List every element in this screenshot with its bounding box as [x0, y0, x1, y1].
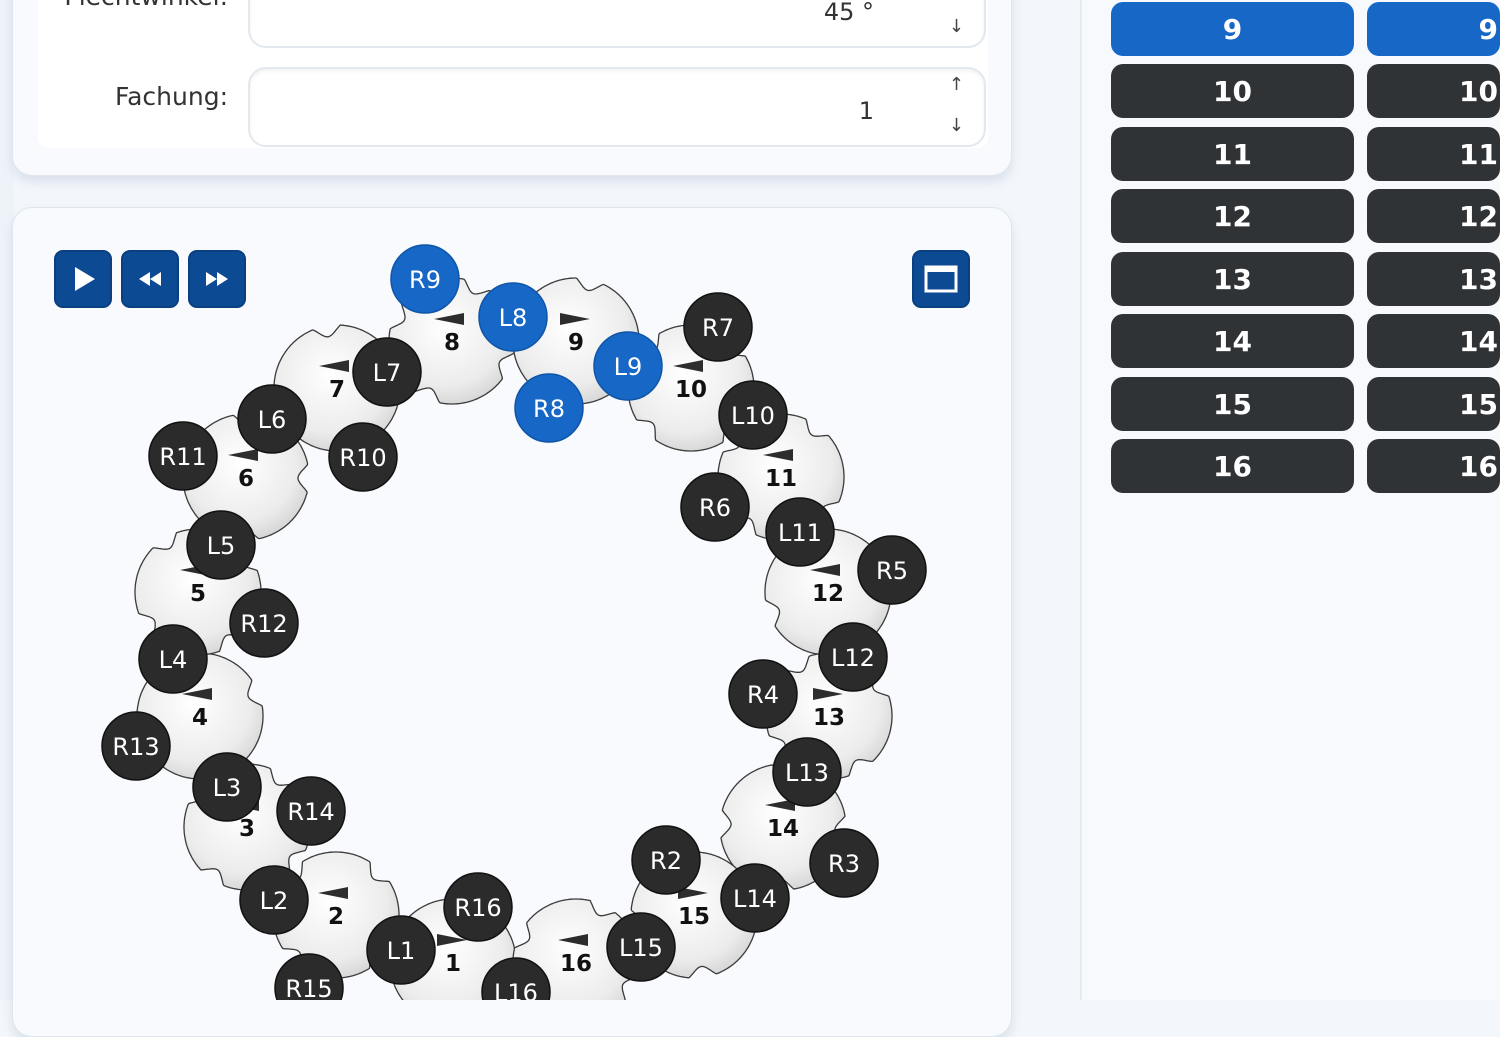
- carrier-number: 15: [678, 904, 710, 930]
- selector-col1-10[interactable]: 10: [1111, 64, 1354, 118]
- node-label: R14: [287, 798, 334, 826]
- carrier-number: 6: [238, 466, 254, 492]
- node-label: L15: [619, 934, 663, 962]
- carrier-number: 14: [767, 816, 799, 842]
- node-label: L3: [213, 774, 242, 802]
- node-label: R16: [454, 894, 501, 922]
- node-label: R3: [828, 850, 860, 878]
- selector-col2-16[interactable]: 16: [1367, 439, 1500, 493]
- node-label: L2: [260, 887, 289, 915]
- carrier-number: 9: [568, 330, 584, 356]
- carrier-number: 8: [444, 330, 460, 356]
- node-l11[interactable]: L11: [765, 497, 835, 567]
- node-label: L9: [614, 353, 643, 381]
- node-label: R15: [285, 975, 332, 1000]
- carrier-number: 11: [765, 466, 797, 492]
- node-label: L13: [785, 759, 829, 787]
- carrier-number: 12: [812, 581, 844, 607]
- node-label: R9: [409, 266, 441, 294]
- carrier-number: 5: [190, 581, 206, 607]
- carrier-number: 16: [560, 951, 592, 977]
- node-r9[interactable]: R9: [390, 244, 460, 314]
- node-l9[interactable]: L9: [593, 331, 663, 401]
- node-label: R7: [702, 314, 734, 342]
- selector-col2-10[interactable]: 10: [1367, 64, 1500, 118]
- node-r16[interactable]: R16: [443, 872, 513, 942]
- selector-col2-14[interactable]: 14: [1367, 314, 1500, 368]
- node-label: R2: [650, 847, 682, 875]
- node-label: L6: [258, 406, 287, 434]
- node-l15[interactable]: L15: [606, 912, 676, 982]
- node-label: R4: [747, 681, 779, 709]
- node-label: R10: [339, 444, 386, 472]
- carrier-number: 3: [239, 816, 255, 842]
- node-l6[interactable]: L6: [237, 384, 307, 454]
- node-l1[interactable]: L1: [366, 915, 436, 985]
- node-r13[interactable]: R13: [101, 711, 171, 781]
- node-label: L14: [733, 885, 777, 913]
- selector-col1-16[interactable]: 16: [1111, 439, 1354, 493]
- selector-col1-14[interactable]: 14: [1111, 314, 1354, 368]
- carrier-number: 1: [445, 951, 461, 977]
- node-l14[interactable]: L14: [720, 863, 790, 933]
- node-label: R12: [240, 610, 287, 638]
- selector-col2-15[interactable]: 15: [1367, 377, 1500, 431]
- node-r6[interactable]: R6: [680, 472, 750, 542]
- node-l8[interactable]: L8: [478, 282, 548, 352]
- node-r10[interactable]: R10: [328, 422, 398, 492]
- node-r8[interactable]: R8: [514, 373, 584, 443]
- node-r4[interactable]: R4: [728, 659, 798, 729]
- node-r12[interactable]: R12: [229, 588, 299, 658]
- node-label: L4: [159, 646, 188, 674]
- carrier-number: 7: [329, 377, 345, 403]
- node-r5[interactable]: R5: [857, 535, 927, 605]
- node-l10[interactable]: L10: [718, 380, 788, 450]
- node-l7[interactable]: L7: [352, 337, 422, 407]
- node-label: R13: [112, 733, 159, 761]
- node-r3[interactable]: R3: [809, 828, 879, 898]
- node-r2[interactable]: R2: [631, 825, 701, 895]
- node-r7[interactable]: R7: [683, 292, 753, 362]
- selector-col2-12[interactable]: 12: [1367, 189, 1500, 243]
- node-l13[interactable]: L13: [772, 737, 842, 807]
- selector-col1-13[interactable]: 13: [1111, 252, 1354, 306]
- selector-col2-13[interactable]: 13: [1367, 252, 1500, 306]
- node-l5[interactable]: L5: [186, 510, 256, 580]
- node-l4[interactable]: L4: [138, 624, 208, 694]
- node-label: L1: [387, 937, 416, 965]
- node-r14[interactable]: R14: [276, 776, 346, 846]
- node-label: L11: [778, 519, 822, 547]
- node-label: R5: [876, 557, 908, 585]
- node-label: R11: [159, 443, 206, 471]
- node-label: L16: [494, 979, 538, 1000]
- node-label: L7: [373, 359, 402, 387]
- selector-col1-15[interactable]: 15: [1111, 377, 1354, 431]
- selector-col1-11[interactable]: 11: [1111, 127, 1354, 181]
- node-l2[interactable]: L2: [239, 865, 309, 935]
- node-label: R8: [533, 395, 565, 423]
- selector-col1-12[interactable]: 12: [1111, 189, 1354, 243]
- carrier-number: 4: [192, 705, 208, 731]
- braid-ring-diagram: 12345678 910111213141516R2 R3R4R5R6R7R8R9R…: [101, 244, 927, 1000]
- node-label: R6: [699, 494, 731, 522]
- carrier-number: 2: [328, 904, 344, 930]
- node-label: L5: [207, 532, 236, 560]
- node-label: L12: [831, 644, 875, 672]
- node-r11[interactable]: R11: [148, 421, 218, 491]
- node-label: L8: [499, 304, 528, 332]
- node-l3[interactable]: L3: [192, 752, 262, 822]
- selector-col1-9[interactable]: 9: [1111, 2, 1354, 56]
- node-l12[interactable]: L12: [818, 622, 888, 692]
- selector-col2-11[interactable]: 11: [1367, 127, 1500, 181]
- carrier-number: 13: [813, 705, 845, 731]
- node-label: L10: [731, 402, 775, 430]
- carrier-number: 10: [675, 377, 707, 403]
- selector-col2-9[interactable]: 9: [1367, 2, 1500, 56]
